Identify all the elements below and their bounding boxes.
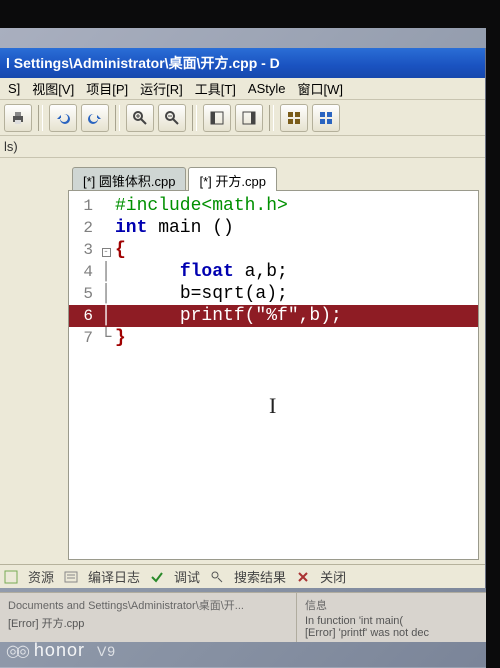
zoom-out-button[interactable] [158, 104, 186, 132]
code-text: a,b; [234, 262, 288, 282]
ide-window: l Settings\Administrator\桌面\开方.cpp - D S… [0, 48, 486, 588]
output-tabbar: 资源 编译日志 调试 搜索结果 关闭 [0, 564, 485, 588]
panel-right-button[interactable] [235, 104, 263, 132]
menu-project[interactable]: 项目[P] [80, 78, 134, 100]
window-title-text: l Settings\Administrator\桌面\开方.cpp - D [6, 53, 280, 73]
open-brace: { [115, 240, 126, 260]
compile-info-header: 信息 [305, 597, 478, 613]
device-watermark: ◎◎ honor V9 [6, 640, 116, 661]
code-text: printf("%f",b); [180, 306, 342, 326]
side-panel-label: ls) [0, 136, 485, 158]
menu-view[interactable]: 视图[V] [26, 78, 80, 100]
close-icon [296, 570, 310, 584]
include-target: <math.h> [201, 196, 287, 216]
toolbar-separator [192, 105, 197, 131]
toolbar-separator [115, 105, 120, 131]
grid-blue-icon [318, 110, 334, 126]
line-number: 5 [69, 283, 99, 305]
print-button[interactable] [4, 104, 32, 132]
code-text: main () [147, 218, 233, 238]
text-caret: I [269, 395, 270, 417]
fold-toggle[interactable]: - [99, 239, 113, 261]
fold-gutter: │ [99, 283, 113, 305]
line-number: 3 [69, 239, 99, 261]
toolbar [0, 100, 485, 136]
side-panel-text: ls) [4, 139, 18, 154]
menu-window[interactable]: 窗口[W] [291, 78, 349, 100]
fold-gutter: └ [99, 327, 113, 349]
compile-run-button[interactable] [312, 104, 340, 132]
code-editor[interactable]: 1 #include<math.h> 2 int main () 3 - { 4… [68, 190, 479, 560]
compile-message-2: [Error] 'printf' was not dec [305, 627, 478, 639]
panel-right-icon [241, 110, 257, 126]
log-icon [64, 570, 78, 584]
fold-gutter: │ [99, 261, 113, 283]
zoom-in-button[interactable] [126, 104, 154, 132]
watermark-model: V9 [97, 643, 116, 659]
zoom-in-icon [132, 110, 148, 126]
menu-partial[interactable]: S] [2, 79, 26, 98]
code-line: 1 #include<math.h> [69, 195, 478, 217]
panel-left-icon [209, 110, 225, 126]
line-number: 6 [69, 305, 99, 327]
device-bezel-top [0, 0, 500, 28]
outtab-resources[interactable]: 资源 [28, 567, 54, 586]
code-line: 7 └ } [69, 327, 478, 349]
compile-file-sub: [Error] 开方.cpp [8, 615, 244, 631]
tab-file-1[interactable]: [*] 圆锥体积.cpp [72, 167, 186, 191]
editor-host: [*] 圆锥体积.cpp [*] 开方.cpp 1 #include<math.… [0, 158, 485, 564]
window-titlebar[interactable]: l Settings\Administrator\桌面\开方.cpp - D [0, 48, 485, 78]
compiler-output-left: Documents and Settings\Administrator\桌面\… [0, 593, 252, 642]
keyword: int [115, 218, 147, 238]
menu-astyle[interactable]: AStyle [242, 79, 292, 98]
compile-file-path: Documents and Settings\Administrator\桌面\… [8, 597, 244, 613]
device-bezel-right [486, 28, 500, 668]
preproc: #include [115, 196, 201, 216]
panel-left-button[interactable] [203, 104, 231, 132]
outtab-search[interactable]: 搜索结果 [234, 567, 286, 586]
close-brace: } [115, 328, 126, 348]
menu-run[interactable]: 运行[R] [134, 78, 189, 100]
keyword: float [180, 262, 234, 282]
tab-file-2[interactable]: [*] 开方.cpp [188, 167, 276, 191]
compile-button[interactable] [280, 104, 308, 132]
toolbar-separator [269, 105, 274, 131]
compile-message-1: In function 'int main( [305, 615, 478, 627]
outtab-compilelog[interactable]: 编译日志 [88, 567, 140, 586]
compiler-output-panel: Documents and Settings\Administrator\桌面\… [0, 592, 486, 642]
code-line: 4 │ float a,b; [69, 261, 478, 283]
toolbar-separator [38, 105, 43, 131]
compiler-output-right: 信息 In function 'int main( [Error] 'print… [296, 593, 486, 642]
grid-icon [286, 110, 302, 126]
code-line: 3 - { [69, 239, 478, 261]
code-text: b=sqrt(a); [180, 284, 288, 304]
menu-tools[interactable]: 工具[T] [189, 78, 242, 100]
fold-gutter: │ [99, 305, 113, 327]
tab-strip: [*] 圆锥体积.cpp [*] 开方.cpp [68, 166, 479, 190]
watermark-rings-icon: ◎◎ [6, 641, 26, 661]
zoom-out-icon [164, 110, 180, 126]
undo-button[interactable] [49, 104, 77, 132]
watermark-brand: honor [34, 640, 85, 661]
code-line: 2 int main () [69, 217, 478, 239]
print-icon [10, 110, 26, 126]
menu-bar: S] 视图[V] 项目[P] 运行[R] 工具[T] AStyle 窗口[W] [0, 78, 485, 100]
redo-button[interactable] [81, 104, 109, 132]
redo-icon [87, 110, 103, 126]
debug-icon [150, 570, 164, 584]
line-number: 1 [69, 195, 99, 217]
undo-icon [55, 110, 71, 126]
outtab-debug[interactable]: 调试 [174, 567, 200, 586]
outtab-close[interactable]: 关闭 [320, 567, 346, 586]
line-number: 4 [69, 261, 99, 283]
search-icon [210, 570, 224, 584]
code-line-error: ✖ 6 │ printf("%f",b); [69, 305, 478, 327]
code-line: 5 │ b=sqrt(a); [69, 283, 478, 305]
resource-icon [4, 570, 18, 584]
line-number: 7 [69, 327, 99, 349]
line-number: 2 [69, 217, 99, 239]
